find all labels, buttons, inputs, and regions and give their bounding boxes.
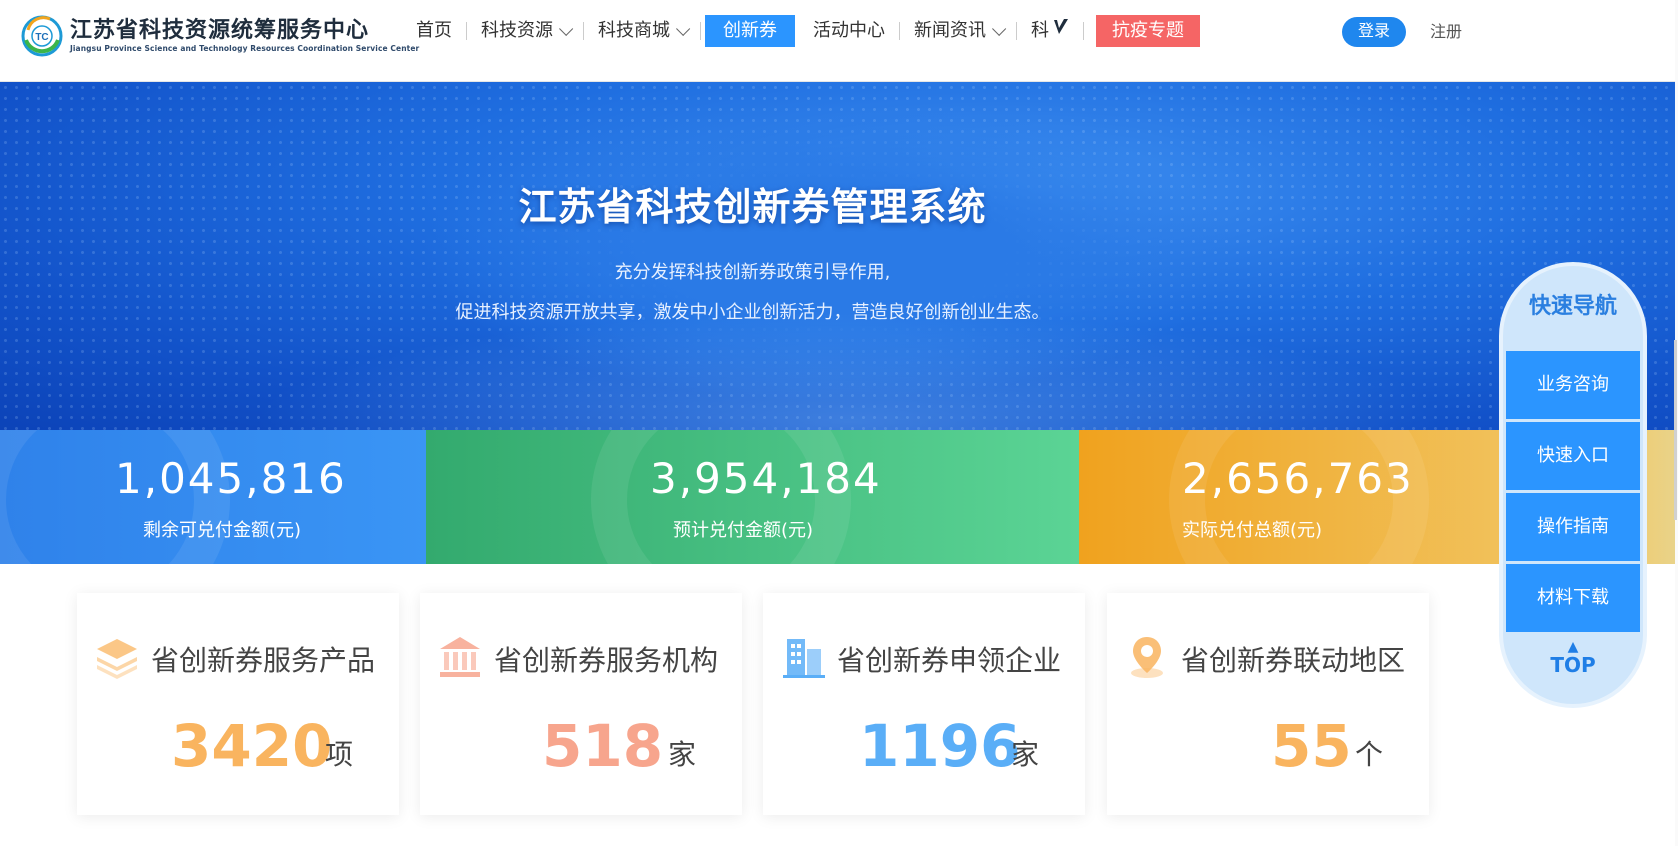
nav-news[interactable]: 新闻资讯 <box>900 15 1016 47</box>
quick-nav-consult[interactable]: 业务咨询 <box>1506 351 1640 419</box>
card-value: 3420 <box>171 712 333 780</box>
nav-epidemic-topic-label: 抗疫专题 <box>1112 20 1184 41</box>
nav-tech-resources-label: 科技资源 <box>481 20 553 41</box>
login-button[interactable]: 登录 <box>1342 17 1406 47</box>
office-building-icon <box>779 633 827 681</box>
stat-estimated-amount: 3,954,184 预计兑付金额(元) <box>426 430 1079 564</box>
layers-icon <box>93 633 141 681</box>
hero-title: 江苏省科技创新券管理系统 <box>518 185 987 229</box>
stat-label: 剩余可兑付金额(元) <box>143 520 302 541</box>
quick-nav-download[interactable]: 材料下载 <box>1506 564 1640 632</box>
card-title: 省创新券申领企业 <box>837 644 1062 677</box>
stat-remaining-amount: 1,045,816 剩余可兑付金额(元) <box>0 430 426 564</box>
chevron-down-icon <box>559 21 574 36</box>
nav-home[interactable]: 首页 <box>402 15 466 47</box>
back-to-top-label: TOP <box>1550 653 1596 677</box>
card-linked-regions[interactable]: 省创新券联动地区 55 个 <box>1107 593 1429 815</box>
card-title: 省创新券服务机构 <box>494 644 719 677</box>
card-title: 省创新券联动地区 <box>1181 644 1406 677</box>
card-applying-enterprises[interactable]: 省创新券申领企业 1196 家 <box>763 593 1085 815</box>
back-to-top-button[interactable]: ▲ TOP <box>1503 640 1643 676</box>
bank-building-icon <box>436 633 484 681</box>
scrollbar-thumb[interactable] <box>1674 340 1677 520</box>
card-unit: 家 <box>1011 738 1040 771</box>
stat-label: 实际兑付总额(元) <box>1182 520 1323 541</box>
hero-light-streak <box>250 312 1450 430</box>
logo-emblem-icon: TC <box>20 14 64 58</box>
location-pin-icon <box>1123 633 1171 681</box>
chevron-down-icon <box>992 21 1007 36</box>
logo-subtitle: Jiangsu Province Science and Technology … <box>70 44 420 53</box>
logo-title: 江苏省科技资源统筹服务中心 <box>70 18 370 43</box>
card-unit: 个 <box>1355 738 1384 771</box>
stat-value: 2,656,763 <box>1182 454 1414 503</box>
nav-innovation-voucher-label: 创新券 <box>723 20 777 41</box>
chevron-down-icon <box>676 21 691 36</box>
summary-cards: 省创新券服务产品 3420 项 省创新券服务机构 518 家 省创新券申领企业 … <box>77 593 1429 815</box>
nav-tech-mall[interactable]: 科技商城 <box>584 15 700 47</box>
nav-tech-resources[interactable]: 科技资源 <box>467 15 583 47</box>
nav-activity-center[interactable]: 活动中心 <box>799 15 899 47</box>
logo-badge-text: TC <box>35 32 48 43</box>
card-value: 1196 <box>859 712 1021 780</box>
card-unit: 家 <box>668 738 697 771</box>
stat-value: 3,954,184 <box>650 454 882 503</box>
nav-home-label: 首页 <box>416 20 452 41</box>
nav-science-v[interactable]: 科 <box>1017 15 1083 47</box>
card-service-institutions[interactable]: 省创新券服务机构 518 家 <box>420 593 742 815</box>
card-service-products[interactable]: 省创新券服务产品 3420 项 <box>77 593 399 815</box>
nav-activity-center-label: 活动中心 <box>813 20 885 41</box>
register-link[interactable]: 注册 <box>1430 17 1462 47</box>
nav-news-label: 新闻资讯 <box>914 20 986 41</box>
quick-nav-entry[interactable]: 快速入口 <box>1506 422 1640 490</box>
arrow-up-icon: ▲ <box>1567 639 1579 655</box>
hero-banner: 江苏省科技创新券管理系统 充分发挥科技创新券政策引导作用, 促进科技资源开放共享… <box>0 82 1675 430</box>
stats-band: 1,045,816 剩余可兑付金额(元) 3,954,184 预计兑付金额(元)… <box>0 430 1675 564</box>
nav-tech-mall-label: 科技商城 <box>598 20 670 41</box>
card-value: 55 <box>1271 712 1352 780</box>
card-title: 省创新券服务产品 <box>151 644 376 677</box>
nav-innovation-voucher[interactable]: 创新券 <box>705 15 795 47</box>
hero-subtitle-line2: 促进科技资源开放共享，激发中小企业创新活力，营造良好创新创业生态。 <box>455 302 1050 323</box>
main-nav: 首页 科技资源 科技商城 创新券 活动中心 新闻资讯 科 抗疫专题 <box>402 15 1200 47</box>
stat-label: 预计兑付金额(元) <box>673 520 814 541</box>
card-value: 518 <box>542 712 664 780</box>
card-unit: 项 <box>325 738 354 771</box>
stat-value: 1,045,816 <box>115 454 347 503</box>
hero-subtitle-line1: 充分发挥科技创新券政策引导作用, <box>614 262 891 283</box>
nav-epidemic-topic[interactable]: 抗疫专题 <box>1096 15 1200 47</box>
quick-nav-title: 快速导航 <box>1528 294 1617 319</box>
site-header: TC 江苏省科技资源统筹服务中心 Jiangsu Province Scienc… <box>0 0 1678 82</box>
quick-nav-guide[interactable]: 操作指南 <box>1506 493 1640 561</box>
v-logo-icon <box>1049 15 1069 47</box>
nav-science-v-label: 科 <box>1031 20 1049 41</box>
quick-nav-panel: 快速导航 业务咨询 快速入口 操作指南 材料下载 ▲ TOP <box>1499 262 1647 708</box>
nav-divider <box>700 22 701 40</box>
nav-divider <box>1083 22 1084 40</box>
site-logo[interactable]: TC 江苏省科技资源统筹服务中心 Jiangsu Province Scienc… <box>20 14 419 58</box>
